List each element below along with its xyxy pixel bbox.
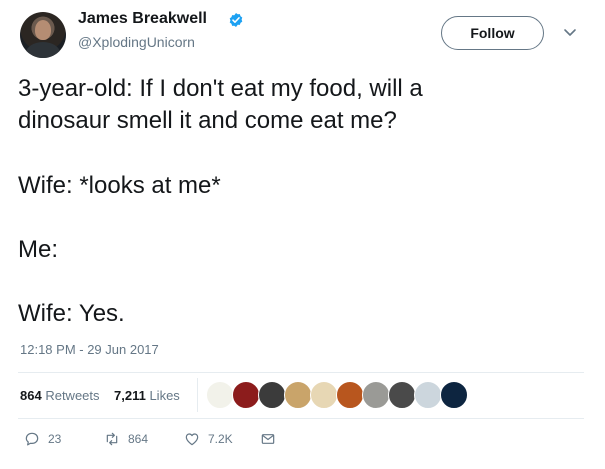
tweet-timestamp[interactable]: 12:18 PM - 29 Jun 2017 bbox=[20, 342, 159, 357]
likes-stat[interactable]: 7,211 Likes bbox=[114, 388, 180, 403]
avatar-dark-glasses-icon[interactable] bbox=[258, 381, 286, 409]
avatar-body bbox=[26, 42, 60, 58]
avatar-red-rose-icon[interactable] bbox=[232, 381, 260, 409]
reply-action[interactable]: 23 bbox=[24, 430, 61, 448]
retweets-stat[interactable]: 864 Retweets bbox=[20, 388, 100, 403]
tweet-text-line: Wife: *looks at me* bbox=[18, 172, 221, 199]
follow-button[interactable]: Follow bbox=[441, 16, 544, 50]
retweet-icon bbox=[106, 432, 118, 446]
retweets-count: 864 bbox=[20, 388, 42, 403]
author-avatar[interactable] bbox=[20, 12, 66, 58]
tweet-text-line: 3-year-old: If I don't eat my food, will… bbox=[18, 75, 423, 102]
avatar-cartoon-icon[interactable] bbox=[310, 381, 338, 409]
heart-icon bbox=[185, 433, 199, 446]
avatar-orange-scene-icon[interactable] bbox=[336, 381, 364, 409]
avatar-face bbox=[35, 20, 51, 40]
divider-top bbox=[18, 372, 584, 373]
tweet-text-line: Wife: Yes. bbox=[18, 300, 125, 327]
chevron-down-icon[interactable] bbox=[562, 24, 578, 40]
avatar-gray-animal-icon[interactable] bbox=[362, 381, 390, 409]
message-action[interactable] bbox=[260, 430, 276, 448]
tweet-text-line: Me: bbox=[18, 236, 59, 263]
tweet-card: James Breakwell @XplodingUnicorn Follow … bbox=[0, 0, 605, 469]
author-name[interactable]: James Breakwell bbox=[78, 10, 207, 28]
avatar-default-egg-icon[interactable] bbox=[414, 381, 442, 409]
avatar-galaxy-icon[interactable] bbox=[440, 381, 468, 409]
tweet-text-line: dinosaur smell it and come eat me? bbox=[18, 107, 397, 134]
retweet-count: 864 bbox=[128, 432, 149, 446]
avatar-dog-icon[interactable] bbox=[284, 381, 312, 409]
reply-icon bbox=[25, 432, 39, 446]
author-handle[interactable]: @XplodingUnicorn bbox=[78, 34, 195, 50]
reply-count: 23 bbox=[48, 432, 62, 446]
avatar-dark-landscape-icon[interactable] bbox=[388, 381, 416, 409]
avatar-sketch-icon[interactable] bbox=[206, 381, 234, 409]
retweet-action[interactable]: 864 bbox=[104, 430, 148, 448]
likes-label: Likes bbox=[149, 388, 180, 403]
stats-separator bbox=[197, 378, 198, 412]
likes-count: 7,211 bbox=[114, 388, 146, 403]
like-count: 7.2K bbox=[208, 432, 233, 446]
divider-bottom bbox=[18, 418, 584, 419]
verified-badge-icon bbox=[229, 13, 243, 27]
retweets-label: Retweets bbox=[45, 388, 100, 403]
like-action[interactable]: 7.2K bbox=[184, 430, 233, 448]
envelope-icon bbox=[261, 434, 275, 444]
